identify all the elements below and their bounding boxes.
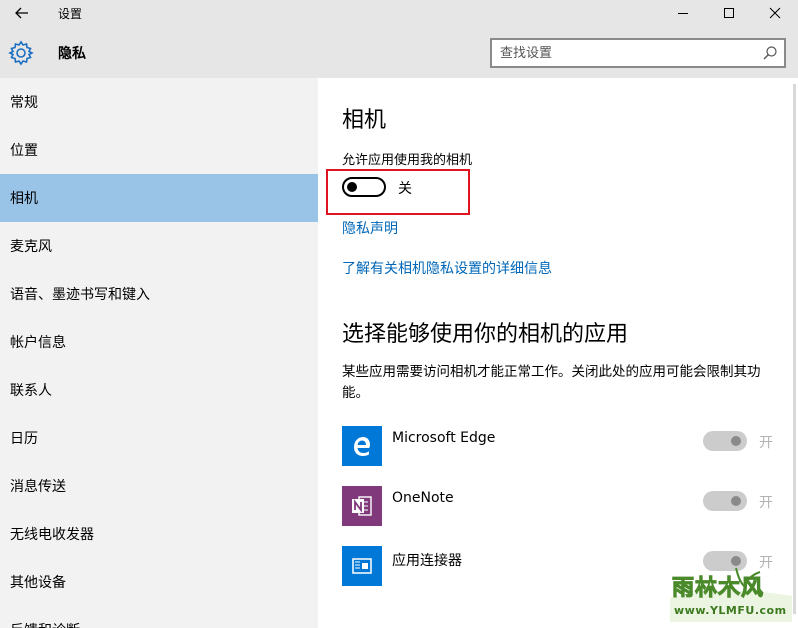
sidebar-item-label: 麦克风 — [10, 239, 52, 255]
sidebar-item-label: 消息传送 — [10, 479, 66, 495]
onenote-icon — [342, 486, 382, 526]
app-connector-icon — [342, 546, 382, 586]
app-name: OneNote — [392, 490, 454, 506]
toggle-knob — [731, 436, 741, 446]
page-title: 隐私 — [58, 46, 86, 62]
edge-icon — [342, 426, 382, 466]
watermark-logo: 雨林木风 www.YLMFU.com — [666, 564, 796, 626]
sidebar-item-label: 语音、墨迹书写和键入 — [10, 287, 150, 303]
close-icon — [769, 7, 781, 19]
back-arrow-icon — [15, 7, 28, 19]
privacy-statement-link[interactable]: 隐私声明 — [342, 218, 398, 238]
apps-description: 某些应用需要访问相机才能正常工作。关闭此处的应用可能会限制其功能。 — [342, 364, 761, 401]
sidebar-item-label: 常规 — [10, 95, 38, 111]
window-title: 设置 — [58, 7, 83, 21]
search-box[interactable] — [490, 38, 786, 68]
sidebar-item-label: 联系人 — [10, 383, 52, 399]
section-title: 相机 — [342, 108, 387, 133]
camera-toggle[interactable] — [342, 177, 386, 197]
app-toggle-state: 开 — [759, 435, 773, 451]
toggle-knob — [347, 182, 357, 192]
sidebar-item-label: 帐户信息 — [10, 335, 66, 351]
sidebar-item-speech-inking-typing[interactable]: 语音、墨迹书写和键入 — [0, 270, 318, 318]
sidebar-item-label: 位置 — [10, 143, 38, 159]
minimize-icon — [678, 13, 688, 14]
sidebar-item-radios[interactable]: 无线电收发器 — [0, 510, 318, 558]
sidebar-item-other-devices[interactable]: 其他设备 — [0, 558, 318, 606]
maximize-button[interactable] — [706, 0, 752, 26]
gear-icon — [8, 40, 34, 66]
app-row-onenote: OneNote 开 — [342, 486, 782, 526]
allow-camera-label: 允许应用使用我的相机 — [342, 153, 473, 168]
watermark-url: www.YLMFU.com — [674, 604, 787, 617]
sidebar-item-messaging[interactable]: 消息传送 — [0, 462, 318, 510]
camera-toggle-state: 关 — [398, 181, 412, 197]
sidebar-nav: 常规 位置 相机 麦克风 语音、墨迹书写和键入 帐户信息 联系人 日历 消息传送… — [0, 78, 318, 628]
app-name: Microsoft Edge — [392, 430, 496, 446]
sidebar-item-account-info[interactable]: 帐户信息 — [0, 318, 318, 366]
maximize-icon — [724, 8, 734, 18]
scrollbar[interactable] — [793, 84, 796, 614]
sidebar-item-feedback-diagnostics[interactable]: 反馈和诊断 — [0, 606, 318, 628]
sidebar-item-label: 无线电收发器 — [10, 527, 94, 543]
minimize-button[interactable] — [660, 0, 706, 26]
search-icon[interactable] — [762, 45, 778, 61]
sidebar-item-location[interactable]: 位置 — [0, 126, 318, 174]
apps-section-title: 选择能够使用你的相机的应用 — [342, 322, 629, 347]
app-name: 应用连接器 — [392, 553, 462, 569]
onenote-camera-toggle[interactable] — [703, 491, 747, 511]
sidebar-item-label: 相机 — [10, 191, 38, 207]
toggle-knob — [731, 496, 741, 506]
sidebar-item-label: 其他设备 — [10, 575, 66, 591]
settings-window: 设置 隐私 查找设置 常规 位置 相机 麦克风 语音、墨迹书写和键入 帐户信息 … — [0, 0, 798, 628]
page-header: 隐私 — [0, 26, 798, 78]
title-bar: 设置 — [0, 0, 798, 26]
sidebar-item-label: 日历 — [10, 431, 38, 447]
content-pane: 相机 允许应用使用我的相机 关 隐私声明 了解有关相机隐私设置的详细信息 选择能… — [318, 78, 798, 628]
close-button[interactable] — [752, 0, 798, 26]
app-toggle-state: 开 — [759, 495, 773, 511]
sidebar-item-contacts[interactable]: 联系人 — [0, 366, 318, 414]
sidebar-item-general[interactable]: 常规 — [0, 78, 318, 126]
sidebar-item-label: 反馈和诊断 — [10, 620, 80, 628]
sidebar-item-calendar[interactable]: 日历 — [0, 414, 318, 462]
edge-camera-toggle[interactable] — [703, 431, 747, 451]
search-input[interactable] — [500, 44, 750, 62]
back-button[interactable] — [0, 0, 44, 26]
app-row-edge: Microsoft Edge 开 — [342, 426, 782, 466]
sidebar-item-camera[interactable]: 相机 — [0, 174, 318, 222]
watermark-title: 雨林木风 — [671, 576, 765, 602]
learn-more-link[interactable]: 了解有关相机隐私设置的详细信息 — [342, 258, 552, 278]
sidebar-item-microphone[interactable]: 麦克风 — [0, 222, 318, 270]
